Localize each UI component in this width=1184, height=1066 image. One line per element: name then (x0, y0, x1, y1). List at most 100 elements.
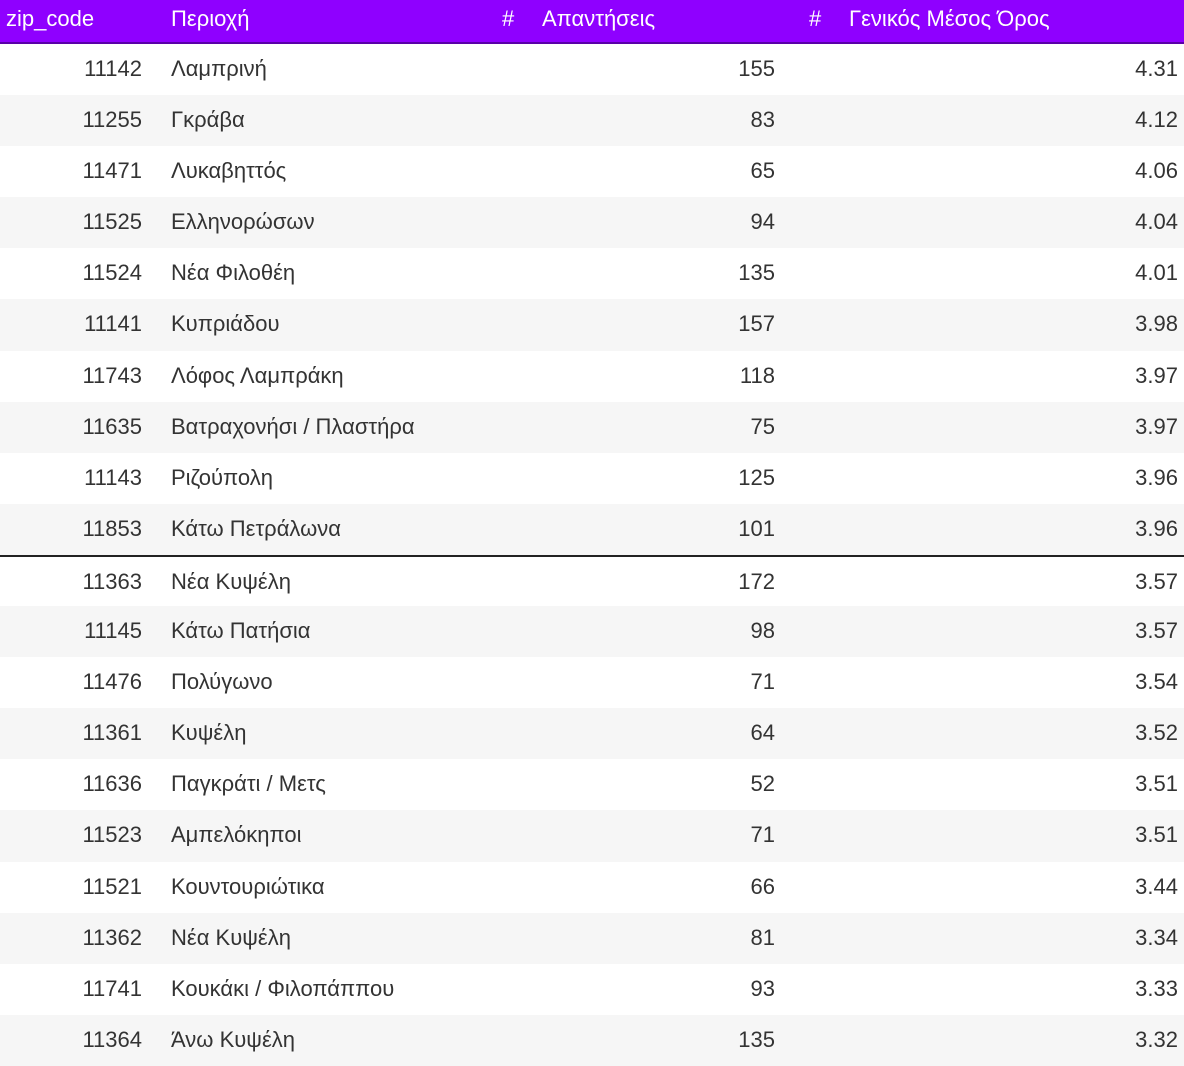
average-cell: 3.98 (1135, 311, 1178, 337)
responses-cell: 93 (750, 975, 775, 1001)
table-row[interactable]: 11476 Πολύγωνο 71 3.54 (0, 657, 1184, 708)
average-cell: 3.34 (1135, 924, 1178, 950)
table-row[interactable]: 11521 Κουντουριώτικα 66 3.44 (0, 862, 1184, 913)
responses-cell: 64 (750, 720, 775, 746)
zip-code-cell: 11476 (82, 669, 142, 695)
area-cell: Λαμπρινή (171, 56, 267, 81)
zip-code-cell: 11635 (82, 413, 142, 439)
area-cell: Γκράβα (171, 107, 245, 133)
responses-cell: 65 (750, 158, 775, 184)
responses-cell: 94 (750, 209, 775, 235)
table-row[interactable]: 11255 Γκράβα 83 4.12 (0, 95, 1184, 147)
zip-code-cell: 11524 (82, 260, 142, 286)
table-row[interactable]: 11853 Κάτω Πετράλωνα 101 3.96 (0, 503, 1184, 555)
average-cell: 3.57 (1135, 618, 1178, 644)
table-row[interactable]: 11525 Ελληνορώσων 94 4.04 (0, 197, 1184, 249)
responses-cell: 81 (750, 924, 775, 950)
area-cell: Λυκαβηττός (171, 158, 287, 184)
responses-cell: 135 (738, 260, 775, 286)
zip-code-cell: 11255 (82, 107, 142, 133)
responses-cell: 118 (739, 362, 775, 388)
responses-cell: 83 (750, 107, 775, 133)
table-header: zip_code Περιοχή # Απαντήσεις # Γενικός … (0, 0, 1184, 44)
responses-cell: 75 (750, 413, 775, 439)
responses-cell: 135 (738, 1026, 775, 1052)
zip-code-cell: 11363 (82, 568, 142, 594)
zip-code-cell: 11743 (82, 362, 142, 388)
zip-code-cell: 11525 (82, 209, 142, 235)
responses-cell: 172 (738, 568, 775, 594)
table-row[interactable]: 11363 Νέα Κυψέλη 172 3.57 (0, 554, 1184, 606)
column-header-area[interactable]: Περιοχή (171, 0, 250, 38)
area-cell: Κουκάκι / Φιλοπάππου (171, 975, 395, 1001)
area-cell: Πολύγωνο (171, 669, 273, 695)
responses-cell: 52 (750, 771, 775, 797)
column-header-zip-code[interactable]: zip_code (6, 0, 94, 38)
table-row[interactable]: 11362 Νέα Κυψέλη 81 3.34 (0, 912, 1184, 964)
area-cell: Λόφος Λαμπράκη (171, 362, 344, 388)
area-cell: Κυπριάδου (171, 311, 280, 337)
table-row[interactable]: 11361 Κυψέλη 64 3.52 (0, 708, 1184, 760)
table-row[interactable]: 11141 Κυπριάδου 157 3.98 (0, 299, 1184, 351)
average-cell: 4.06 (1135, 158, 1178, 184)
numeric-type-icon: # (809, 6, 822, 31)
average-cell: 3.96 (1135, 515, 1178, 541)
zip-code-cell: 11471 (82, 158, 142, 184)
average-cell: 3.54 (1135, 669, 1178, 695)
table-row[interactable]: 11364 Άνω Κυψέλη 135 3.32 (0, 1014, 1184, 1066)
table-row[interactable]: 11143 Ριζούπολη 125 3.96 (0, 453, 1184, 504)
responses-cell: 155 (738, 56, 775, 81)
responses-cell: 101 (738, 515, 775, 541)
responses-cell: 98 (750, 618, 775, 644)
table-row[interactable]: 11635 Βατραχονήσι / Πλαστήρα 75 3.97 (0, 401, 1184, 453)
table-row[interactable]: 11142 Λαμπρινή 155 4.31 (0, 44, 1184, 95)
average-cell: 4.01 (1135, 260, 1178, 286)
area-cell: Νέα Φιλοθέη (171, 260, 296, 286)
zip-code-cell: 11364 (82, 1026, 142, 1052)
zip-code-cell: 11521 (82, 873, 142, 899)
average-cell: 3.52 (1135, 720, 1178, 746)
area-cell: Άνω Κυψέλη (171, 1026, 296, 1052)
area-cell: Ελληνορώσων (171, 209, 315, 235)
average-cell: 3.51 (1135, 822, 1178, 848)
average-cell: 3.57 (1135, 568, 1178, 594)
zip-code-cell: 11145 (84, 618, 142, 644)
responses-cell: 66 (750, 873, 775, 899)
average-cell: 3.51 (1135, 771, 1178, 797)
zip-code-cell: 11853 (82, 515, 142, 541)
zip-code-cell: 11142 (84, 56, 142, 81)
zip-code-cell: 11523 (82, 822, 142, 848)
zip-code-cell: 11361 (82, 720, 142, 746)
average-cell: 3.33 (1135, 975, 1178, 1001)
table-row[interactable]: 11471 Λυκαβηττός 65 4.06 (0, 146, 1184, 197)
area-cell: Κάτω Πατήσια (171, 618, 311, 644)
area-cell: Κυψέλη (171, 720, 247, 746)
average-cell: 3.97 (1135, 413, 1178, 439)
column-header-average[interactable]: Γενικός Μέσος Όρος (849, 0, 1050, 38)
table-row[interactable]: 11741 Κουκάκι / Φιλοπάππου 93 3.33 (0, 964, 1184, 1015)
responses-cell: 71 (750, 822, 775, 848)
zip-code-cell: 11741 (82, 975, 142, 1001)
area-cell: Νέα Κυψέλη (171, 568, 291, 594)
average-cell: 3.44 (1135, 873, 1178, 899)
responses-cell: 157 (738, 311, 775, 337)
area-cell: Κάτω Πετράλωνα (171, 515, 341, 541)
zip-code-cell: 11141 (84, 311, 142, 337)
area-cell: Αμπελόκηποι (171, 822, 302, 848)
area-cell: Ριζούπολη (171, 464, 273, 490)
zip-code-cell: 11636 (82, 771, 142, 797)
table-row[interactable]: 11145 Κάτω Πατήσια 98 3.57 (0, 606, 1184, 658)
area-cell: Νέα Κυψέλη (171, 924, 291, 950)
area-cell: Κουντουριώτικα (171, 873, 325, 899)
average-cell: 3.32 (1135, 1026, 1178, 1052)
zip-code-cell: 11143 (84, 464, 142, 490)
average-cell: 4.12 (1135, 107, 1178, 133)
average-cell: 3.97 (1135, 362, 1178, 388)
table-row[interactable]: 11636 Παγκράτι / Μετς 52 3.51 (0, 759, 1184, 810)
table-row[interactable]: 11743 Λόφος Λαμπράκη 118 3.97 (0, 351, 1184, 402)
table-row[interactable]: 11524 Νέα Φιλοθέη 135 4.01 (0, 248, 1184, 299)
average-cell: 4.31 (1135, 56, 1178, 81)
table-row[interactable]: 11523 Αμπελόκηποι 71 3.51 (0, 810, 1184, 862)
column-header-responses[interactable]: Απαντήσεις (542, 0, 655, 38)
area-cell: Παγκράτι / Μετς (171, 771, 326, 797)
